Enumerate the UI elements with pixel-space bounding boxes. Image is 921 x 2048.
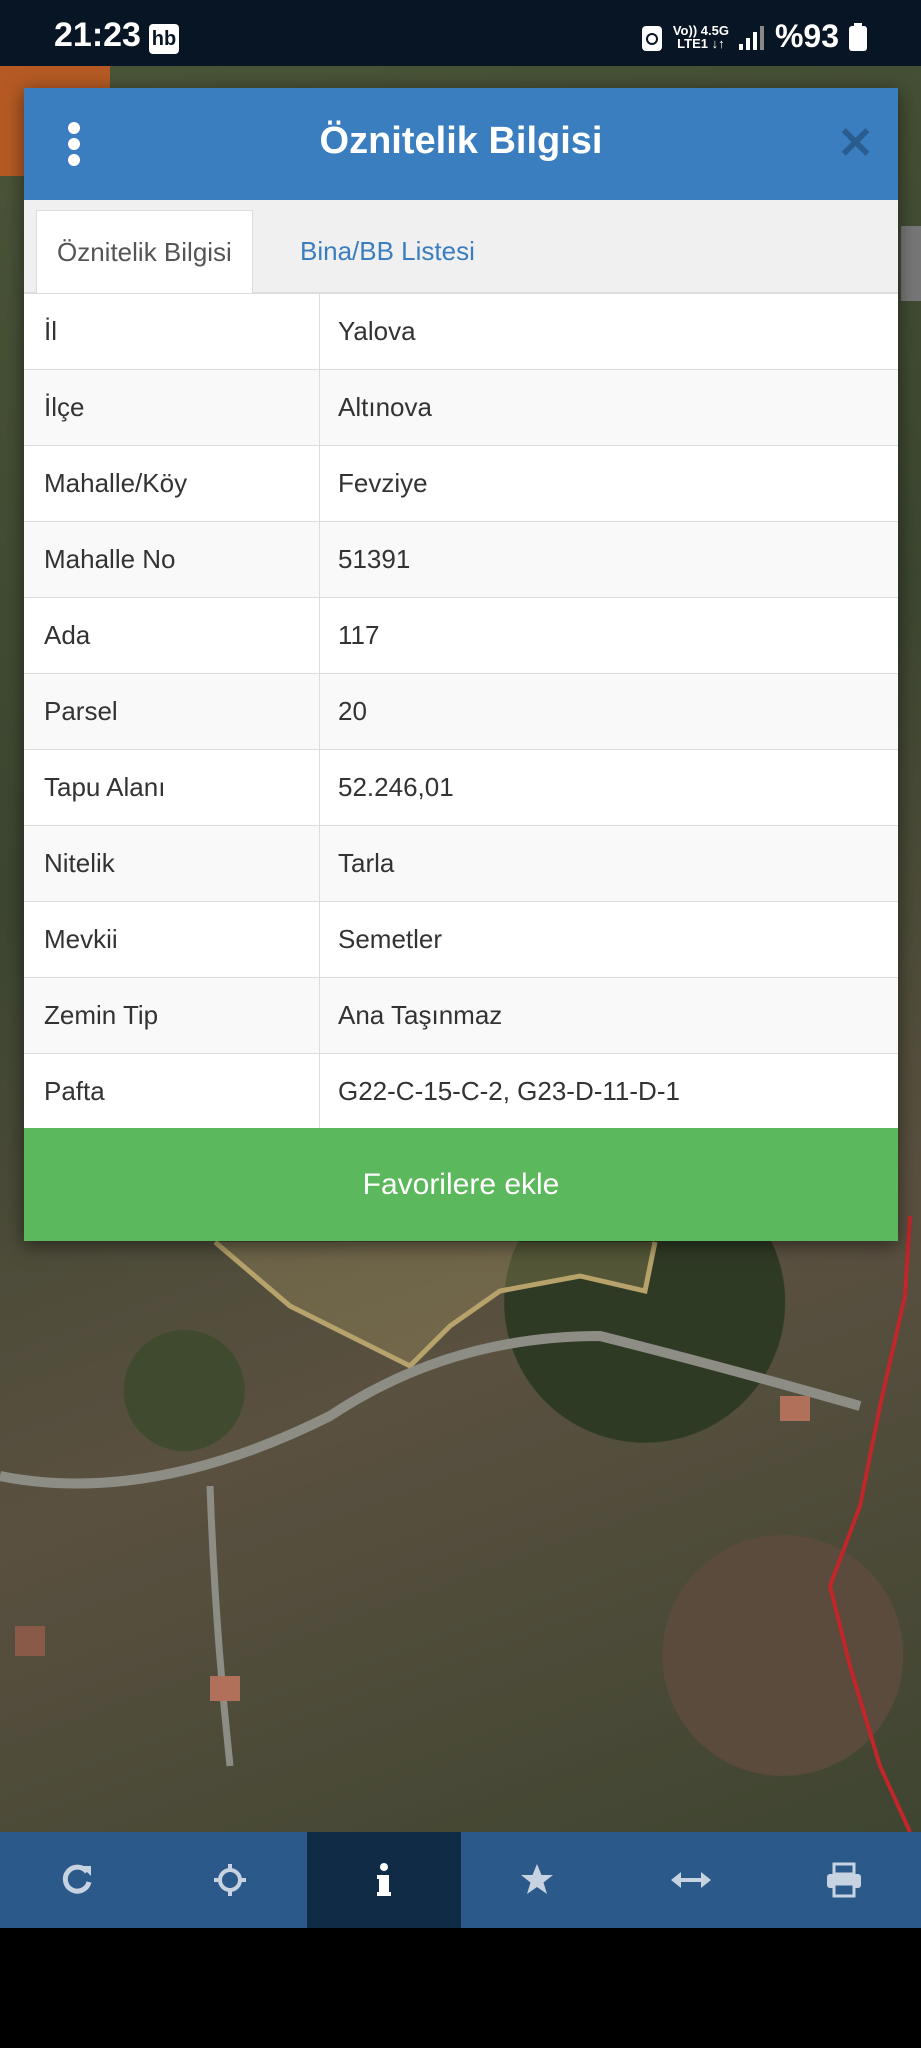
table-row: Tapu Alanı 52.246,01 [24, 750, 898, 826]
table-row: Mahalle No 51391 [24, 522, 898, 598]
attribute-table: İl Yalova İlçe Altınova Mahalle/Köy Fevziye… [24, 294, 898, 1130]
table-row: Zemin Tip Ana Taşınmaz [24, 978, 898, 1054]
dialog-tabs: Öznitelik Bilgisi Bina/BB Listesi [24, 200, 898, 294]
row-key: Pafta [24, 1054, 320, 1129]
battery-percent: %93 [774, 18, 839, 54]
row-value: Altınova [338, 392, 432, 422]
row-key: Mahalle/Köy [24, 446, 320, 521]
signal-icon [738, 25, 764, 50]
table-row: Ada 117 [24, 598, 898, 674]
table-row: Pafta G22-C-15-C-2, G23-D-11-D-1 [24, 1054, 898, 1130]
table-row: İl Yalova [24, 294, 898, 370]
print-button[interactable] [768, 1832, 921, 1928]
data-saver-icon [641, 25, 662, 51]
row-key: İlçe [24, 370, 320, 445]
row-key: Zemin Tip [24, 978, 320, 1053]
row-key: Parsel [24, 674, 320, 749]
row-value: Fevziye [338, 468, 428, 498]
row-key: Mahalle No [24, 522, 320, 597]
row-value: 52.246,01 [338, 772, 454, 802]
row-value: Yalova [338, 316, 416, 346]
network-top: Vo)) 4.5G [672, 22, 729, 38]
table-row: Mevkii Semetler [24, 902, 898, 978]
table-row: Parsel 20 [24, 674, 898, 750]
row-key: Ada [24, 598, 320, 673]
row-value: 20 [338, 696, 367, 726]
add-to-favorites-button[interactable]: Favorilere ekle [24, 1128, 898, 1241]
info-button[interactable] [307, 1832, 461, 1928]
battery-icon [849, 22, 867, 51]
refresh-icon [62, 1864, 92, 1894]
network-label: Vo)) 4.5G LTE1 ↓↑ [673, 24, 729, 50]
row-value: 51391 [338, 544, 411, 574]
row-value: 117 [338, 620, 380, 650]
map-toolbar [0, 1832, 921, 1928]
status-time: 21:23 [54, 16, 141, 54]
attribute-info-dialog: Öznitelik Bilgisi ✕ Öznitelik Bilgisi Bi… [24, 88, 898, 1241]
favorites-button[interactable] [461, 1832, 615, 1928]
status-bar: 21:23 hb Vo)) 4.5G LTE1 ↓↑ %93 [0, 0, 921, 66]
locate-button[interactable] [154, 1832, 308, 1928]
network-bottom: LTE1 ↓↑ [677, 35, 725, 51]
row-key: İl [24, 294, 320, 369]
system-nav-bar [0, 1928, 921, 2048]
row-value: G22-C-15-C-2, G23-D-11-D-1 [338, 1076, 680, 1106]
table-row: İlçe Altınova [24, 370, 898, 446]
row-value: Semetler [338, 924, 443, 954]
tab-building-list[interactable]: Bina/BB Listesi [280, 210, 495, 292]
table-row: Nitelik Tarla [24, 826, 898, 902]
tab-attribute-info[interactable]: Öznitelik Bilgisi [36, 210, 253, 293]
print-icon [827, 1862, 862, 1898]
locate-icon [214, 1864, 247, 1896]
status-right: Vo)) 4.5G LTE1 ↓↑ %93 [641, 18, 867, 55]
info-icon [376, 1863, 391, 1896]
row-key: Nitelik [24, 826, 320, 901]
row-key: Mevkii [24, 902, 320, 977]
star-icon [521, 1864, 554, 1894]
dialog-header: Öznitelik Bilgisi ✕ [24, 88, 898, 200]
row-key: Tapu Alanı [24, 750, 320, 825]
row-value: Tarla [338, 848, 395, 878]
measure-icon [670, 1872, 711, 1888]
row-value: Ana Taşınmaz [338, 1000, 503, 1030]
dialog-title: Öznitelik Bilgisi [319, 120, 603, 162]
table-row: Mahalle/Köy Fevziye [24, 446, 898, 522]
refresh-button[interactable] [0, 1832, 154, 1928]
hb-badge-icon: hb [149, 24, 179, 54]
measure-button[interactable] [614, 1832, 768, 1928]
close-icon[interactable]: ✕ [837, 118, 874, 169]
